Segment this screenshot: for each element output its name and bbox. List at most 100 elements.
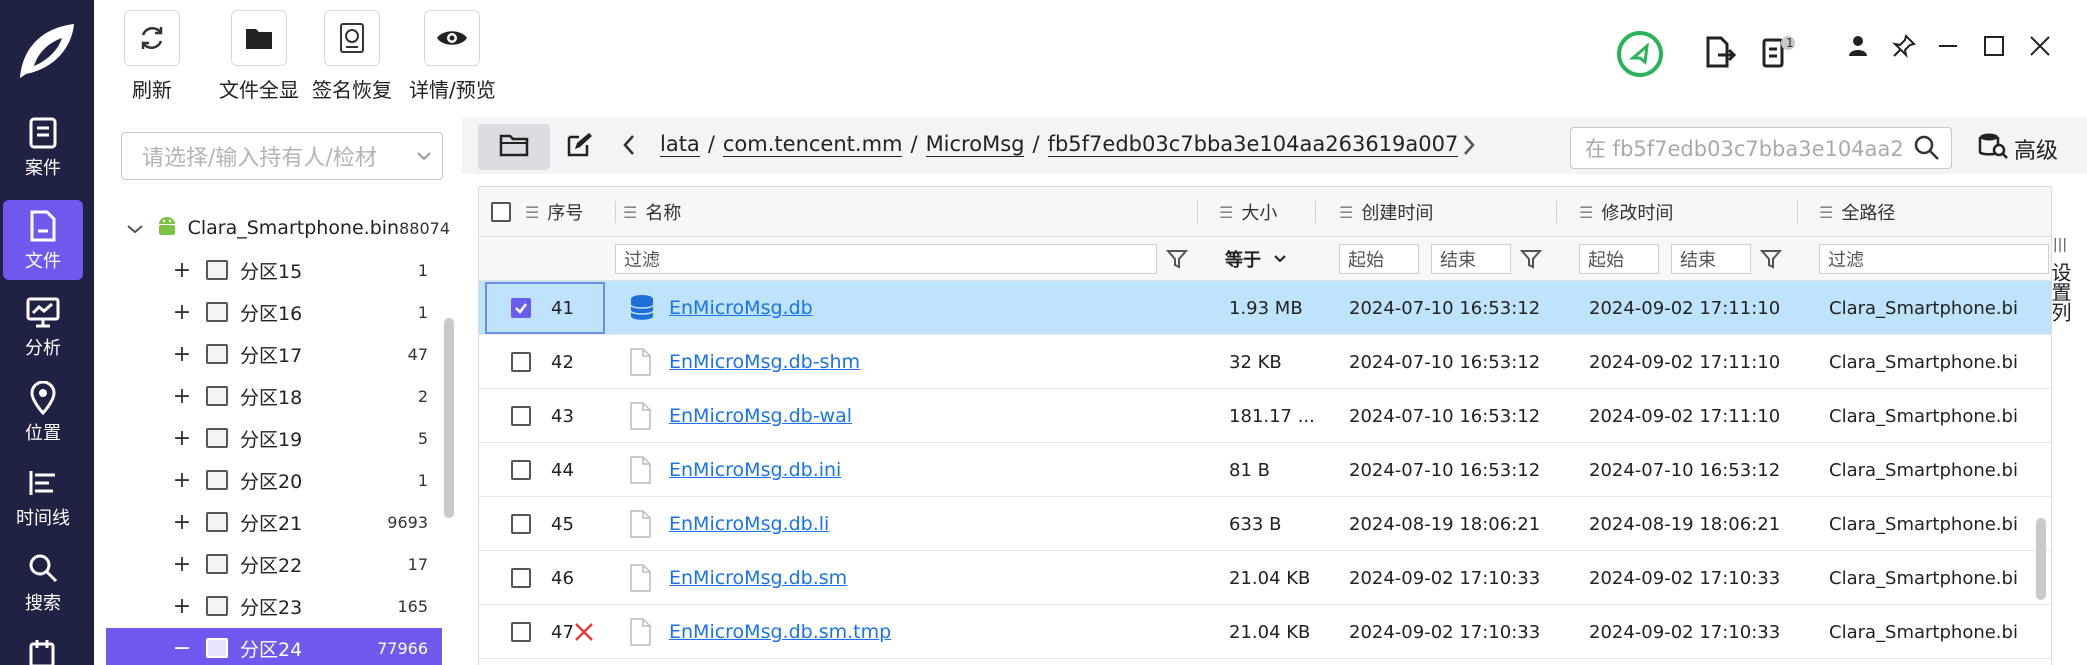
table-row[interactable]: 41 EnMicroMsg.db 1.93 MB 2024-07-10 16:53:1…: [479, 281, 2051, 335]
file-name-link[interactable]: EnMicroMsg.db.ini: [669, 459, 841, 481]
file-name-link[interactable]: EnMicroMsg.db-shm: [669, 351, 860, 373]
path-forward-button[interactable]: [1454, 124, 1484, 170]
row-checkbox[interactable]: [511, 497, 531, 551]
modified-end-input[interactable]: 结束: [1671, 244, 1751, 274]
tree-item-partition[interactable]: + 分区19 5: [106, 418, 442, 458]
analysis-icon: [24, 294, 62, 332]
row-checkbox[interactable]: [511, 605, 531, 659]
table-row[interactable]: 42 EnMicroMsg.db-shm 32 KB 2024-07-10 16:53…: [479, 335, 2051, 389]
tree-item-partition[interactable]: + 分区20 1: [106, 460, 442, 500]
pin-icon[interactable]: [1884, 26, 1924, 66]
row-checkbox[interactable]: [511, 281, 531, 335]
expand-icon[interactable]: +: [170, 342, 194, 367]
minimize-icon[interactable]: [1928, 26, 1968, 66]
expand-icon[interactable]: +: [170, 594, 194, 619]
file-name-link[interactable]: EnMicroMsg.db.sm.tmp: [669, 621, 891, 643]
task-list-icon[interactable]: 1: [1758, 32, 1798, 72]
full-path: Clara_Smartphone.bin: [1829, 459, 2019, 481]
file-name-link[interactable]: EnMicroMsg.db: [669, 297, 813, 319]
column-settings-tab[interactable]: ||| 设置列: [2044, 232, 2076, 322]
column-header-name[interactable]: ☰ 名称: [615, 187, 681, 237]
path-back-button[interactable]: [614, 124, 644, 170]
tree-item-partition[interactable]: + 分区18 2: [106, 376, 442, 416]
tree-item-partition[interactable]: + 分区16 1: [106, 292, 442, 332]
rail-item-analysis[interactable]: 分析: [3, 287, 83, 367]
modified-start-input[interactable]: 起始: [1579, 244, 1659, 274]
rail-item-case[interactable]: 案件: [3, 107, 83, 187]
breadcrumb-item[interactable]: fb5f7edb03c7bba3e104aa263619a007: [1047, 132, 1459, 157]
table-row[interactable]: 44 EnMicroMsg.db.ini 81 B 2024-07-10 16:53:…: [479, 443, 2051, 497]
tree-item-partition[interactable]: + 分区21 9693: [106, 502, 442, 542]
holder-search-combo[interactable]: 请选择/输入持有人/检材: [121, 132, 443, 180]
chevron-right-icon: [1462, 134, 1476, 160]
breadcrumb-item[interactable]: MicroMsg: [925, 132, 1025, 157]
close-icon[interactable]: [2020, 26, 2060, 66]
expand-icon[interactable]: +: [170, 258, 194, 283]
show-all-files-button[interactable]: 文件全显: [219, 10, 299, 103]
rail-item-search[interactable]: 搜索: [3, 542, 83, 622]
expand-icon[interactable]: +: [170, 552, 194, 577]
tree-item-partition[interactable]: + 分区17 47: [106, 334, 442, 374]
status-shield-icon[interactable]: [1616, 30, 1664, 78]
breadcrumb-item[interactable]: com.tencent.mm: [722, 132, 903, 157]
signature-recovery-button[interactable]: 签名恢复: [312, 10, 392, 103]
row-checkbox[interactable]: [511, 389, 531, 443]
column-header-index[interactable]: ☰ 序号: [525, 187, 583, 237]
row-checkbox[interactable]: [511, 335, 531, 389]
search-icon[interactable]: [1903, 135, 1951, 161]
table-row[interactable]: 45 EnMicroMsg.db.li 633 B 2024-08-19 18:06:…: [479, 497, 2051, 551]
breadcrumb-item[interactable]: lata: [660, 132, 700, 157]
folder-view-button[interactable]: [478, 124, 550, 170]
advanced-search-button[interactable]: 高级: [1978, 132, 2058, 166]
file-name-link[interactable]: EnMicroMsg.db-wal: [669, 405, 852, 427]
details-preview-button[interactable]: 详情/预览: [409, 10, 496, 103]
expand-icon[interactable]: +: [170, 426, 194, 451]
column-header-modified[interactable]: ☰ 修改时间: [1579, 187, 1673, 237]
path-search-input[interactable]: 在 fb5f7edb03c7bba3e104aa263619a007 中搜索: [1570, 127, 1952, 169]
grid-scrollbar[interactable]: [2036, 518, 2046, 600]
file-name-link[interactable]: EnMicroMsg.db.sm: [669, 567, 847, 589]
tree-root-device[interactable]: Clara_Smartphone.bin 88074: [126, 208, 456, 248]
rail-item-timeline[interactable]: 时间线: [3, 457, 83, 537]
file-name-link[interactable]: EnMicroMsg.db.li: [669, 513, 829, 535]
focused-cell-outline: [485, 282, 605, 334]
export-file-icon[interactable]: [1700, 32, 1740, 72]
tree-item-partition[interactable]: + 分区22 17: [106, 544, 442, 584]
tree-item-partition[interactable]: + 分区15 1: [106, 250, 442, 290]
user-icon[interactable]: [1838, 26, 1878, 66]
edit-path-button[interactable]: [554, 124, 604, 170]
row-checkbox[interactable]: [511, 443, 531, 497]
expand-icon[interactable]: +: [170, 468, 194, 493]
path-filter-input[interactable]: 过滤: [1819, 244, 2049, 274]
expand-icon[interactable]: +: [170, 384, 194, 409]
tree-scrollbar[interactable]: [444, 318, 454, 518]
select-all-checkbox[interactable]: [491, 187, 511, 237]
row-checkbox[interactable]: [511, 551, 531, 605]
refresh-button[interactable]: 刷新: [124, 10, 180, 103]
size-operator-select[interactable]: 等于: [1217, 244, 1315, 274]
chevron-down-icon[interactable]: [126, 217, 146, 239]
rail-item-location[interactable]: 位置: [3, 372, 83, 452]
table-row[interactable]: 46 EnMicroMsg.db.sm 21.04 KB 2024-09-02 17:…: [479, 551, 2051, 605]
name-filter-input[interactable]: 过滤: [615, 244, 1157, 274]
tree-item-partition[interactable]: + 分区23 165: [106, 586, 442, 626]
table-row[interactable]: 47 EnMicroMsg.db.sm.tmp 21.04 KB 2024-09-02…: [479, 605, 2051, 659]
column-header-created[interactable]: ☰ 创建时间: [1339, 187, 1433, 237]
filter-icon[interactable]: [1165, 247, 1189, 271]
column-header-path[interactable]: ☰ 全路径: [1819, 187, 1895, 237]
filter-icon[interactable]: [1519, 247, 1543, 271]
report-icon[interactable]: [28, 640, 62, 665]
column-header-size[interactable]: ☰ 大小: [1219, 187, 1277, 237]
created-end-input[interactable]: 结束: [1431, 244, 1511, 274]
maximize-icon[interactable]: [1974, 26, 2014, 66]
expand-icon[interactable]: +: [170, 300, 194, 325]
rail-item-file[interactable]: 文件: [3, 200, 83, 280]
tree-item-partition[interactable]: − 分区24 77966: [106, 628, 442, 665]
collapse-icon[interactable]: −: [170, 636, 194, 661]
table-row[interactable]: 43 EnMicroMsg.db-wal 181.17 ... 2024-07-10 …: [479, 389, 2051, 443]
row-index: 46: [551, 567, 574, 589]
filter-icon[interactable]: [1759, 247, 1783, 271]
created-time: 2024-08-19 18:06:21: [1349, 513, 1541, 535]
expand-icon[interactable]: +: [170, 510, 194, 535]
created-start-input[interactable]: 起始: [1339, 244, 1419, 274]
